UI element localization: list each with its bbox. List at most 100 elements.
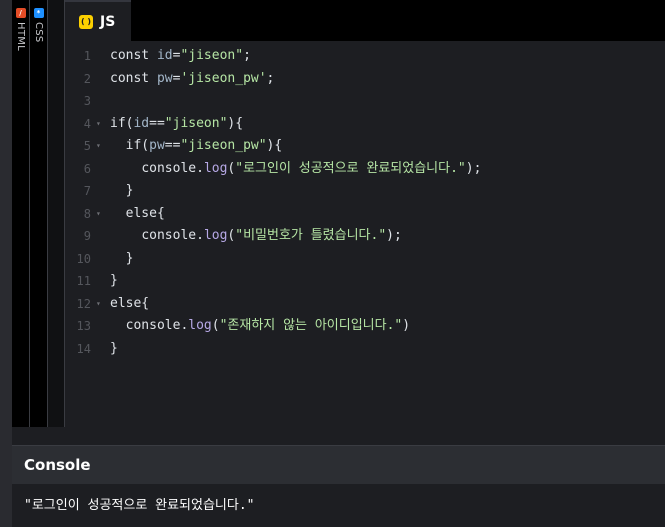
code-token: pw [156, 70, 173, 86]
code-token: == [164, 138, 181, 153]
code-text: else{ [110, 203, 165, 226]
code-line[interactable]: 1 const id="jiseon"; [65, 45, 665, 68]
line-number: 6 [83, 161, 91, 176]
line-number: 7 [83, 184, 91, 198]
code-text: } [110, 180, 134, 203]
tab-css[interactable]: * CSS [30, 0, 48, 427]
code-token: pw [149, 138, 165, 153]
code-token: const [110, 48, 157, 63]
fold-arrow-icon[interactable]: ▾ [96, 203, 101, 226]
code-text: const pw='jiseon_pw'; [110, 68, 274, 91]
tab-js-label: JS [100, 13, 116, 30]
code-token: ); [465, 160, 482, 176]
line-number: 13 [76, 319, 91, 333]
code-token: console. [125, 318, 189, 333]
line-number: 2 [83, 71, 91, 86]
console-output-line: "로그인이 성공적으로 완료되었습니다." [24, 498, 255, 513]
tab-html-label: HTML [15, 22, 26, 52]
code-line[interactable]: 11} [65, 270, 665, 293]
code-line[interactable]: 4 ▾ if(id=="jiseon"){ [65, 113, 665, 136]
code-token: == [149, 115, 165, 131]
code-token: ( [211, 318, 220, 333]
code-token: ); [386, 228, 402, 243]
code-token: "존재하지 않는 아이디입니다." [219, 318, 403, 333]
fold-arrow-icon[interactable]: ▾ [96, 113, 101, 136]
code-area[interactable]: 1 const id="jiseon"; 2 const pw='jiseon_pw'… [65, 45, 665, 360]
code-token: ) [402, 318, 411, 333]
code-line[interactable]: 7 } [65, 180, 665, 203]
code-line[interactable]: 5 ▾ if(pw=="jiseon_pw"){ [65, 135, 665, 158]
code-token: "jiseon_pw" [180, 138, 267, 153]
code-text: console.log("로그인이 성공적으로 완료되었습니다."); [110, 158, 481, 181]
code-token: "로그인이 성공적으로 완료되었습니다." [235, 160, 466, 176]
code-text: } [110, 338, 118, 361]
code-token: if( [125, 138, 150, 153]
code-text: } [110, 270, 118, 293]
code-line[interactable]: 13 console.log("존재하지 않는 아이디입니다.") [65, 315, 665, 338]
code-text: console.log("존재하지 않는 아이디입니다.") [110, 315, 410, 338]
code-token: id [133, 115, 150, 131]
line-number: 12 [76, 296, 91, 311]
console-resize-handle[interactable] [12, 427, 665, 446]
css-icon: * [33, 8, 44, 18]
code-text: const id="jiseon"; [110, 45, 251, 68]
code-line[interactable]: 14} [65, 338, 665, 361]
line-number: 9 [83, 229, 91, 243]
console-body: "로그인이 성공적으로 완료되었습니다." [12, 484, 665, 527]
code-line[interactable]: 8 ▾ else{ [65, 203, 665, 226]
code-token: } [125, 250, 134, 266]
code-token: "jiseon" [164, 115, 228, 131]
code-text: if(pw=="jiseon_pw"){ [110, 135, 283, 158]
fold-arrow-icon[interactable]: ▾ [96, 293, 101, 316]
editor-header: ( ) JS [65, 0, 665, 41]
code-line[interactable]: 9 console.log("비밀번호가 틀렸습니다."); [65, 225, 665, 248]
code-line[interactable]: 12 ▾ else{ [65, 293, 665, 316]
code-token: "jiseon" [180, 48, 244, 63]
code-line[interactable]: 2 const pw='jiseon_pw'; [65, 68, 665, 91]
code-token: 'jiseon_pw' [180, 70, 267, 86]
console-header: Console [12, 446, 665, 484]
code-text: else{ [110, 293, 149, 316]
code-token: ){ [227, 115, 244, 131]
html-icon: / [15, 8, 26, 18]
tab-html[interactable]: / HTML [12, 0, 30, 427]
code-token: ; [266, 70, 275, 86]
code-token: } [125, 183, 134, 198]
fold-arrow-icon[interactable]: ▾ [96, 135, 101, 158]
js-editor[interactable]: ( ) JS 1 const id="jiseon"; 2 const pw='jis… [65, 0, 665, 427]
code-token: id [156, 48, 173, 63]
code-token: } [110, 340, 118, 356]
line-number: 11 [76, 274, 91, 288]
line-number: 3 [83, 94, 91, 108]
line-number: 4 [83, 116, 91, 131]
code-token: else{ [125, 205, 165, 221]
console-title: Console [24, 456, 91, 474]
code-token: console. [141, 228, 204, 243]
code-line[interactable]: 3 [65, 90, 665, 113]
tab-js[interactable]: ( ) JS [65, 0, 131, 41]
code-token: "비밀번호가 틀렸습니다." [235, 228, 387, 243]
code-token: } [110, 273, 118, 288]
code-text: } [110, 248, 134, 271]
code-line[interactable]: 6 console.log("로그인이 성공적으로 완료되었습니다."); [65, 158, 665, 181]
code-line[interactable]: 10 } [65, 248, 665, 271]
line-number: 1 [83, 49, 91, 63]
code-token: if( [110, 115, 134, 131]
code-text: if(id=="jiseon"){ [110, 113, 243, 136]
js-icon: ( ) [79, 14, 93, 29]
line-number: 14 [76, 341, 91, 356]
line-number: 5 [83, 139, 91, 153]
code-token: console. [141, 160, 204, 176]
code-token: log [203, 228, 228, 243]
left-gutter [0, 0, 12, 527]
code-token: ; [243, 48, 251, 63]
line-number: 10 [76, 251, 91, 266]
collapsed-panel-strip[interactable] [48, 0, 65, 427]
